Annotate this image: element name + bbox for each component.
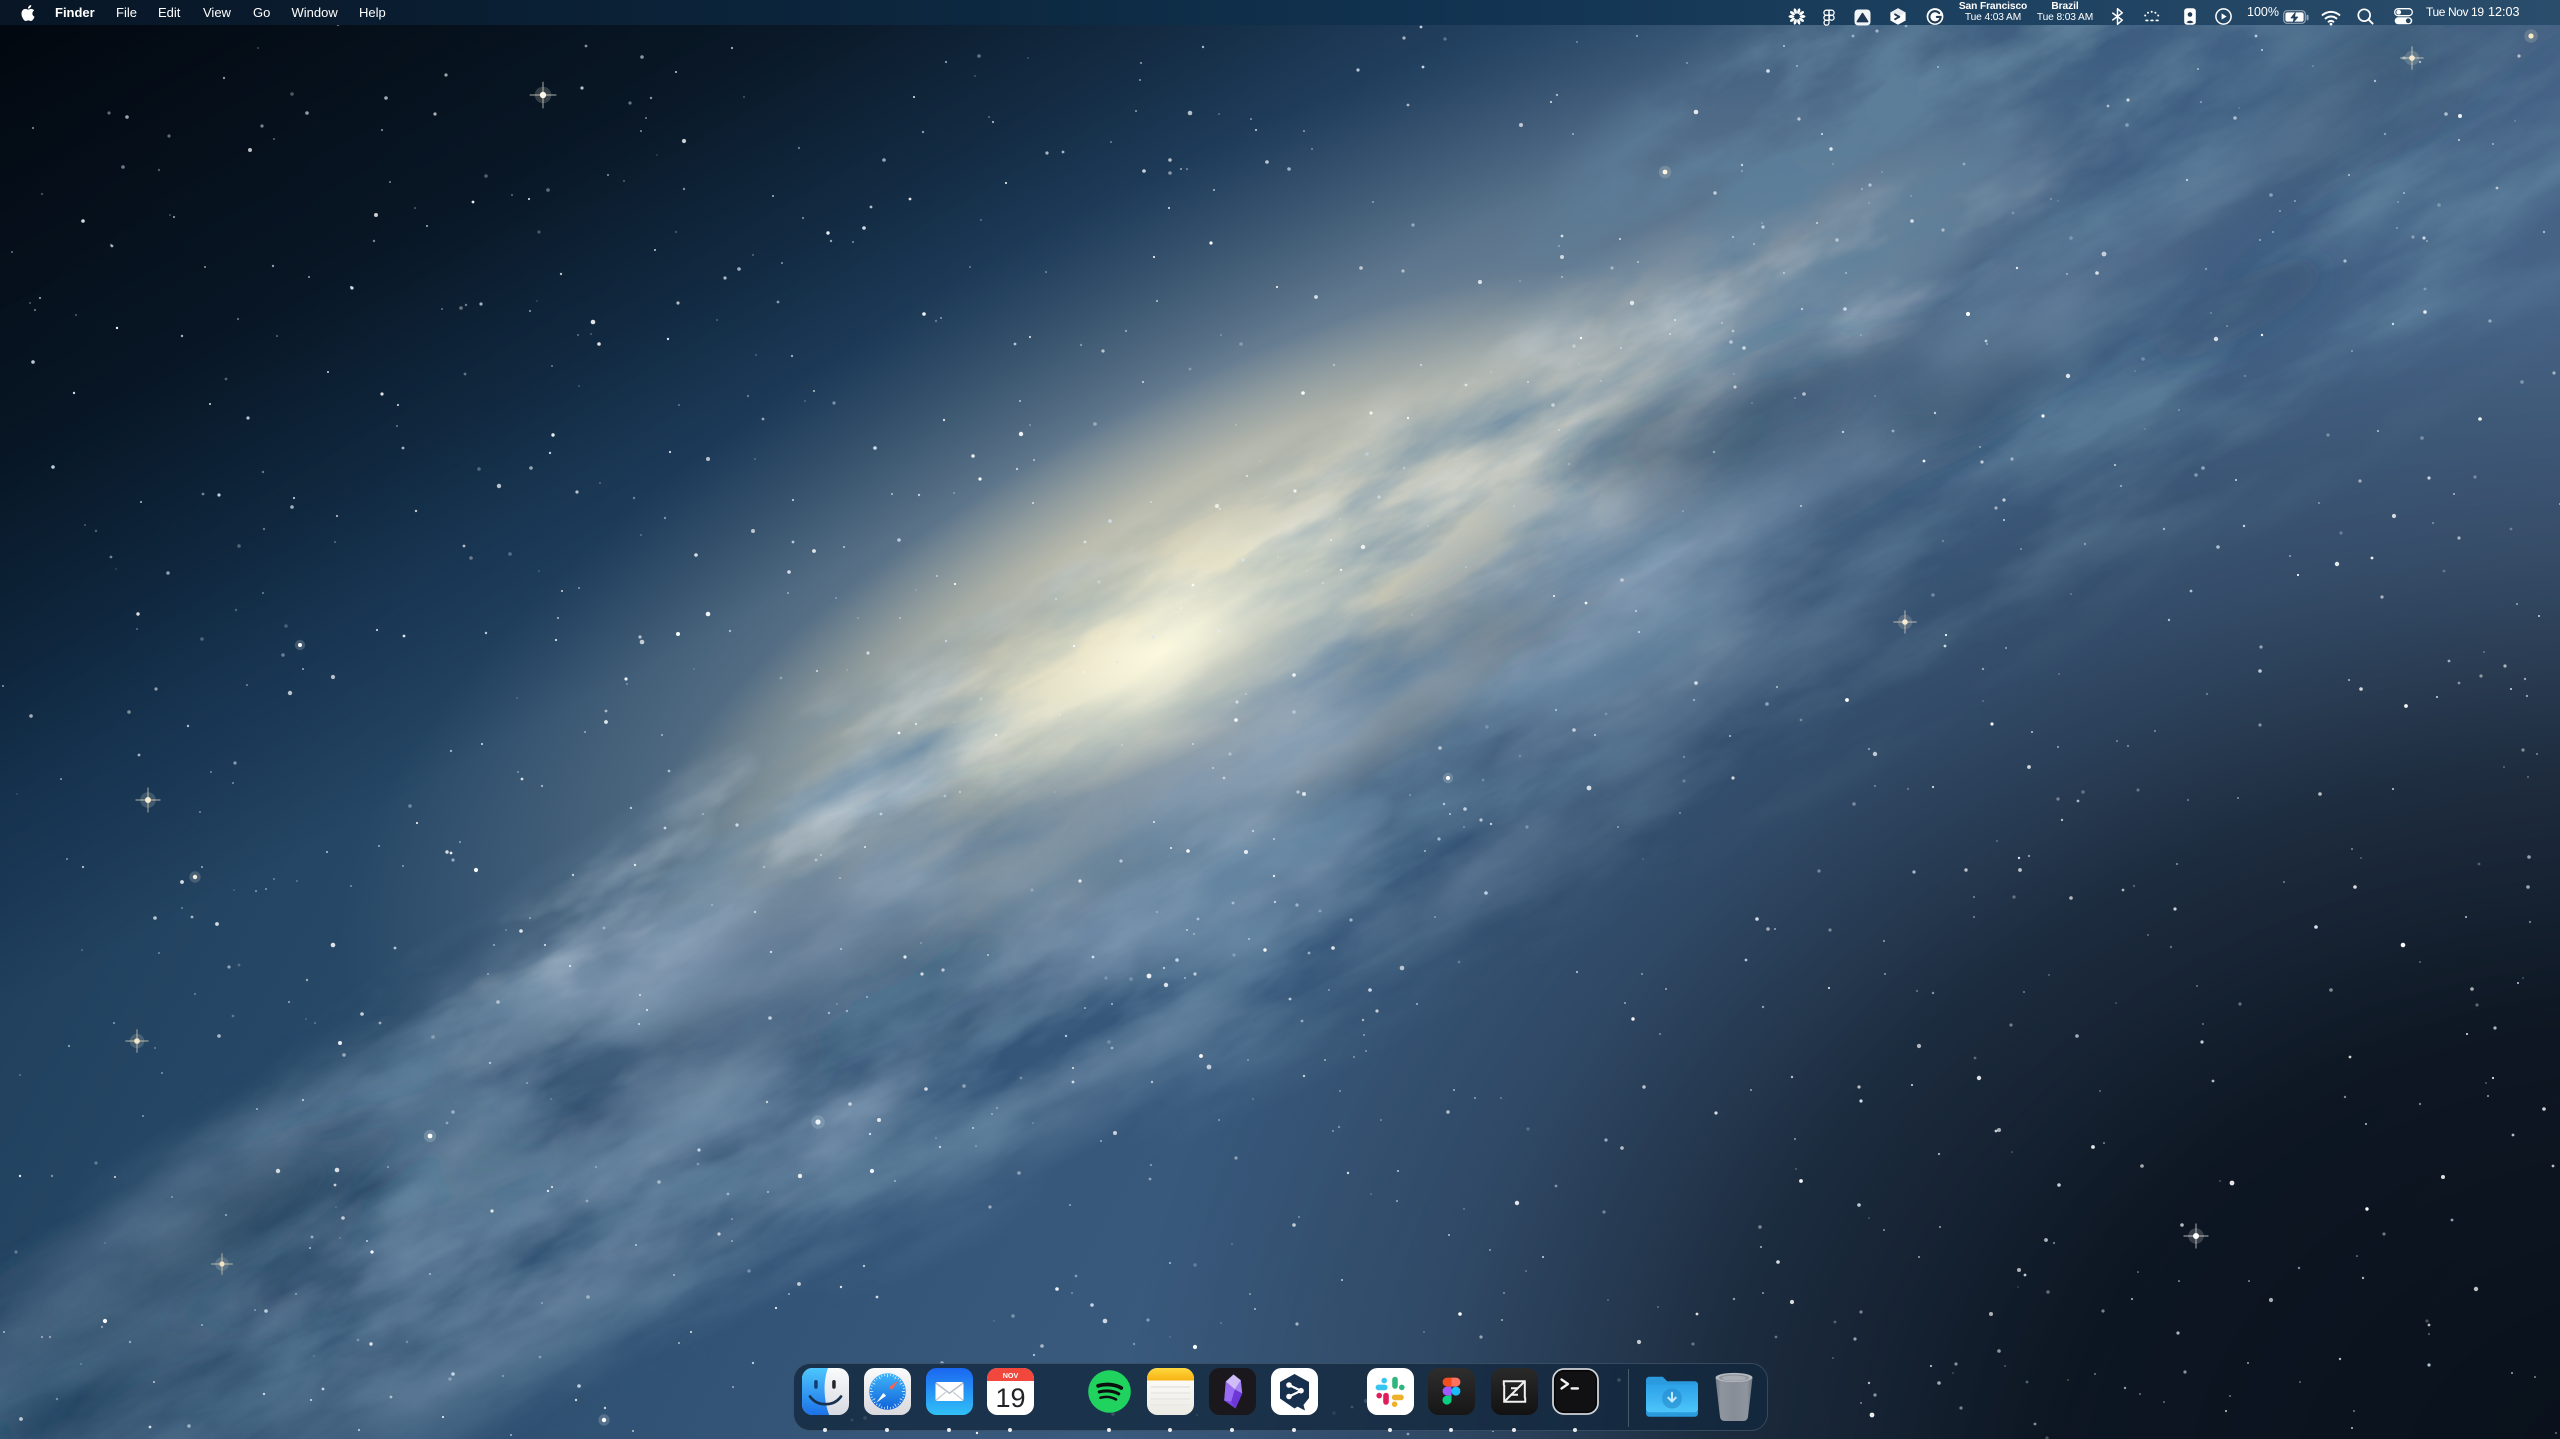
svg-text:19: 19 [995, 1383, 1025, 1413]
svg-text:NOV: NOV [1002, 1371, 1018, 1380]
